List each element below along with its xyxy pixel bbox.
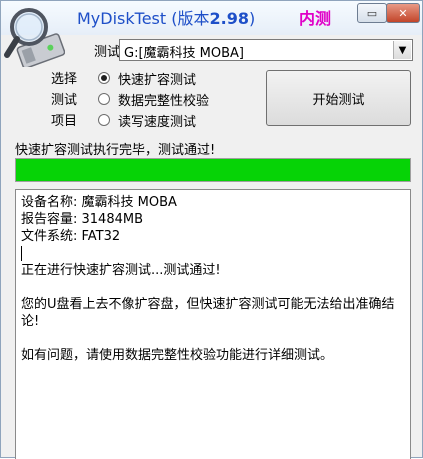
minimize-button[interactable]: ▭ xyxy=(357,3,387,23)
log-line: 正在进行快速扩容测试...测试通过! xyxy=(21,263,221,278)
minimize-icon: ▭ xyxy=(366,6,378,20)
log-line: 设备名称: 魔霸科技 MOBA xyxy=(21,195,177,210)
progress-bar xyxy=(15,158,411,182)
log-line xyxy=(21,279,406,296)
radio-data-integrity[interactable]: 数据完整性校验 xyxy=(98,89,209,109)
radio-label: 读写速度测试 xyxy=(118,114,197,130)
radio-rw-speed[interactable]: 读写速度测试 xyxy=(98,110,196,130)
group-label-line-1: 选择 xyxy=(51,72,78,87)
text-caret xyxy=(21,246,22,261)
group-label-line-3: 项目 xyxy=(51,114,78,129)
log-line: 文件系统: FAT32 xyxy=(21,229,121,244)
app-name: MyDiskTest xyxy=(77,9,167,28)
radio-label: 数据完整性校验 xyxy=(118,93,210,109)
chevron-down-icon[interactable]: ▼ xyxy=(393,41,411,59)
log-line: 报告容量: 31484MB xyxy=(21,212,144,227)
drive-select[interactable]: G:[魔霸科技 MOBA] ▼ xyxy=(119,39,413,61)
status-message: 快速扩容测试执行完毕，测试通过! xyxy=(15,143,216,158)
result-log[interactable]: 设备名称: 魔霸科技 MOBA 报告容量: 31484MB 文件系统: FAT3… xyxy=(15,189,411,459)
drive-select-value: G:[魔霸科技 MOBA] xyxy=(124,46,244,61)
close-button[interactable]: ✕ xyxy=(386,3,420,23)
app-title: MyDiskTest (版本2.98) xyxy=(77,5,255,29)
group-label-line-2: 测试 xyxy=(51,93,78,108)
app-window: MyDiskTest (版本2.98) 内测 ▭ ✕ 测试: G:[魔霸科技 M… xyxy=(0,0,423,459)
version-prefix: (版本 xyxy=(171,9,210,28)
beta-badge: 内测 xyxy=(299,9,332,28)
magnifier-disk-icon xyxy=(4,8,65,67)
radio-button[interactable] xyxy=(98,114,110,126)
log-line xyxy=(21,330,406,347)
progress-fill xyxy=(16,159,410,181)
close-icon: ✕ xyxy=(398,6,408,20)
radio-button[interactable] xyxy=(98,93,110,105)
version-number: 2.98 xyxy=(209,9,249,28)
log-line: 您的U盘看上去不像扩容盘，但快速扩容测试可能无法给出准确结论! xyxy=(21,297,395,329)
log-line-caret xyxy=(21,245,406,262)
log-line: 如有问题，请使用数据完整性校验功能进行详细测试。 xyxy=(21,348,334,363)
test-mode-group-label: 选择 测试 项目 xyxy=(51,69,91,132)
radio-button[interactable] xyxy=(98,72,110,84)
radio-quick-capacity[interactable]: 快速扩容测试 xyxy=(98,68,196,88)
version-suffix: ) xyxy=(248,9,256,28)
radio-label: 快速扩容测试 xyxy=(118,72,197,88)
start-test-button[interactable]: 开始测试 xyxy=(266,70,411,126)
